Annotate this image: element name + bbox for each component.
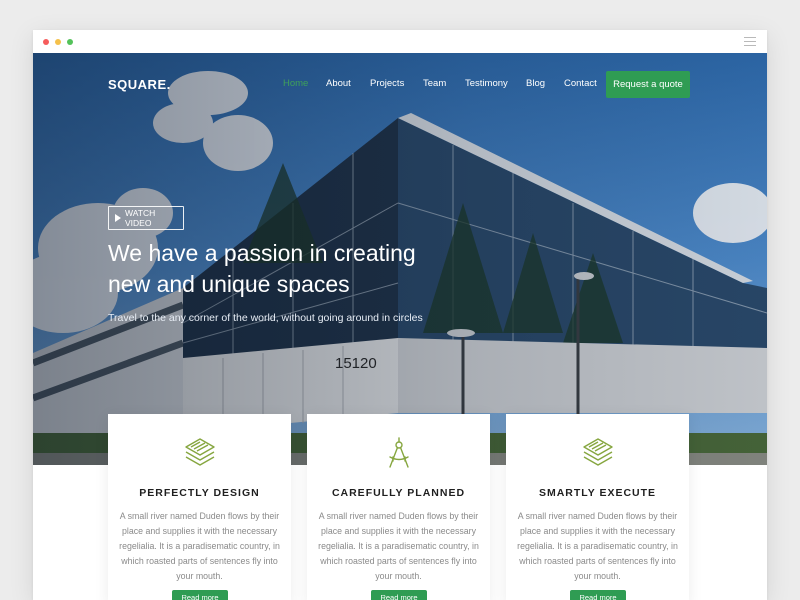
top-navbar: SQUARE. Home About Projects Team Testimo… <box>33 53 767 117</box>
compass-icon <box>389 437 409 468</box>
read-more-button[interactable]: Read more <box>371 590 427 600</box>
nav-link-home[interactable]: Home <box>283 78 308 89</box>
nav-link-blog[interactable]: Blog <box>526 78 545 89</box>
nav-link-contact[interactable]: Contact <box>564 78 597 89</box>
feature-description: A small river named Duden flows by their… <box>318 511 479 581</box>
play-icon <box>115 214 121 222</box>
nav-link-team[interactable]: Team <box>423 78 446 89</box>
site-logo[interactable]: SQUARE. <box>108 77 171 92</box>
feature-description: A small river named Duden flows by their… <box>119 511 280 581</box>
read-more-button[interactable]: Read more <box>570 590 626 600</box>
hero-subtitle: Travel to the any corner of the world, w… <box>108 312 423 324</box>
feature-description: A small river named Duden flows by their… <box>517 511 678 581</box>
nav-link-about[interactable]: About <box>326 78 351 89</box>
watch-video-button[interactable]: WATCH VIDEO <box>108 206 184 230</box>
close-window-dot[interactable] <box>43 39 49 45</box>
feature-title: PERFECTLY DESIGN <box>139 487 260 499</box>
request-quote-button[interactable]: Request a quote <box>606 71 690 98</box>
hero-heading-line-1: We have a passion in creating <box>108 240 416 266</box>
hamburger-icon[interactable] <box>744 37 756 46</box>
nav-link-projects[interactable]: Projects <box>370 78 404 89</box>
feature-card: SMARTLY EXECUTE A small river named Dude… <box>506 414 689 600</box>
hero-heading-line-2: new and unique spaces <box>108 271 350 297</box>
hero-heading: We have a passion in creating new and un… <box>108 238 528 300</box>
layers-icon <box>185 438 215 466</box>
nav-link-testimony[interactable]: Testimony <box>465 78 508 89</box>
minimize-window-dot[interactable] <box>55 39 61 45</box>
feature-title: CAREFULLY PLANNED <box>331 487 466 499</box>
watch-video-label: WATCH VIDEO <box>125 208 156 228</box>
layers-icon <box>583 438 613 466</box>
read-more-button[interactable]: Read more <box>172 590 228 600</box>
feature-card: PERFECTLY DESIGN A small river named Dud… <box>108 414 291 600</box>
window-titlebar <box>33 30 767 54</box>
feature-card: CAREFULLY PLANNED A small river named Du… <box>307 414 490 600</box>
browser-window: 15120 SQUARE. Home About Projects Team T… <box>33 30 767 600</box>
feature-title: SMARTLY EXECUTE <box>538 487 657 499</box>
maximize-window-dot[interactable] <box>67 39 73 45</box>
